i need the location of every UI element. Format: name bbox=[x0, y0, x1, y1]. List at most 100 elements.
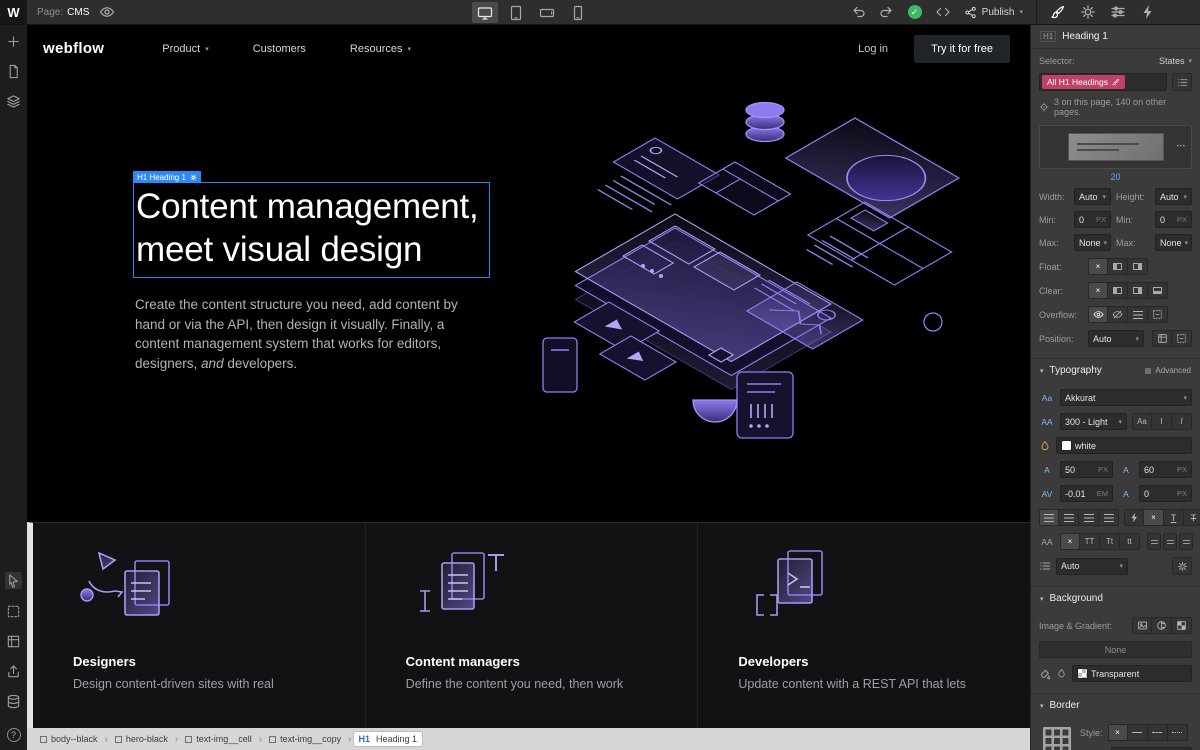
guides-icon[interactable] bbox=[6, 634, 21, 649]
overflow-hidden-button[interactable] bbox=[1108, 306, 1128, 323]
clear-both-button[interactable] bbox=[1148, 282, 1168, 299]
background-color-input[interactable]: Transparent bbox=[1072, 665, 1192, 682]
overflow-visible-button[interactable] bbox=[1088, 306, 1108, 323]
selector-menu-button[interactable] bbox=[1172, 73, 1192, 91]
device-phone-landscape-button[interactable] bbox=[534, 2, 560, 23]
redo-icon[interactable] bbox=[879, 4, 895, 20]
bg-gradient-button[interactable] bbox=[1152, 617, 1172, 634]
more-options-icon[interactable]: ••• bbox=[1177, 144, 1186, 150]
float-left-button[interactable] bbox=[1108, 258, 1128, 275]
nav-item-resources[interactable]: Resources ▾ bbox=[350, 43, 411, 55]
clear-right-button[interactable] bbox=[1128, 282, 1148, 299]
style-panel-tab-brush-icon[interactable] bbox=[1050, 4, 1066, 20]
position-preset-button[interactable] bbox=[1152, 330, 1172, 347]
margin-bottom-value[interactable]: 20 bbox=[1031, 172, 1200, 182]
export-icon[interactable] bbox=[6, 664, 21, 679]
font-weight-select[interactable]: 300 - Light ▾ bbox=[1060, 413, 1127, 430]
breadcrumb-cell[interactable]: text-img__cell bbox=[180, 732, 257, 746]
nav-item-product[interactable]: Product ▾ bbox=[162, 43, 208, 55]
bg-image-button[interactable] bbox=[1132, 617, 1152, 634]
caps-uppercase-button[interactable]: TT bbox=[1080, 533, 1100, 550]
font-family-select[interactable]: Akkurat ▾ bbox=[1060, 389, 1192, 406]
overflow-scroll-button[interactable] bbox=[1128, 306, 1148, 323]
font-color-input[interactable]: white bbox=[1056, 437, 1192, 454]
position-select[interactable]: Auto ▾ bbox=[1088, 330, 1144, 347]
preview-toggle-icon[interactable] bbox=[99, 4, 115, 20]
gear-icon[interactable] bbox=[190, 174, 197, 181]
style-normal-button[interactable]: Aa bbox=[1132, 413, 1152, 430]
border-side-selector-icon[interactable] bbox=[1039, 724, 1075, 750]
align-left-button[interactable] bbox=[1039, 509, 1059, 526]
opentype-feature-button[interactable] bbox=[1147, 533, 1161, 550]
min-width-input[interactable]: 0 PX bbox=[1074, 211, 1111, 228]
style-manager-tab-sliders-icon[interactable] bbox=[1110, 4, 1126, 20]
try-free-button[interactable]: Try it for free bbox=[914, 34, 1010, 63]
float-none-button[interactable]: × bbox=[1088, 258, 1108, 275]
max-height-input[interactable]: None ▾ bbox=[1155, 234, 1192, 251]
list-style-select[interactable]: Auto ▾ bbox=[1056, 557, 1128, 575]
clear-none-button[interactable]: × bbox=[1088, 282, 1108, 299]
cms-database-icon[interactable] bbox=[6, 694, 21, 709]
interactions-tab-bolt-icon[interactable] bbox=[1140, 4, 1156, 20]
device-desktop-button[interactable] bbox=[472, 2, 498, 23]
decoration-none-button[interactable]: × bbox=[1144, 509, 1164, 526]
caps-lowercase-button[interactable]: tt bbox=[1120, 533, 1140, 550]
style-upright-button[interactable]: I bbox=[1152, 413, 1172, 430]
border-section-header[interactable]: ▾ Border bbox=[1031, 693, 1200, 717]
background-section-header[interactable]: ▾ Background bbox=[1031, 586, 1200, 610]
selector-pill[interactable]: All H1 Headings bbox=[1042, 75, 1125, 89]
line-height-input[interactable]: 60 PX bbox=[1139, 461, 1192, 478]
opentype-feature-button[interactable] bbox=[1163, 533, 1177, 550]
hero-paragraph[interactable]: Create the content structure you need, a… bbox=[135, 295, 491, 373]
align-right-button[interactable] bbox=[1079, 509, 1099, 526]
hero-heading[interactable]: Content management, meet visual design bbox=[136, 185, 479, 271]
add-element-icon[interactable] bbox=[6, 34, 21, 49]
align-center-button[interactable] bbox=[1059, 509, 1079, 526]
selector-input[interactable]: All H1 Headings bbox=[1039, 73, 1167, 91]
breadcrumb-active-heading[interactable]: H1 Heading 1 bbox=[353, 732, 423, 746]
webflow-logo[interactable]: W bbox=[0, 0, 27, 24]
settings-panel-tab-gear-icon[interactable] bbox=[1080, 4, 1096, 20]
pages-icon[interactable] bbox=[6, 64, 21, 79]
max-width-input[interactable]: None ▾ bbox=[1074, 234, 1111, 251]
breadcrumb-hero[interactable]: hero-black bbox=[110, 732, 173, 746]
page-picker[interactable]: Page: CMS bbox=[27, 7, 99, 18]
border-dotted-button[interactable] bbox=[1167, 724, 1188, 741]
breadcrumb-copy[interactable]: text-img__copy bbox=[264, 732, 346, 746]
login-link[interactable]: Log in bbox=[858, 43, 888, 55]
background-image-value[interactable]: None bbox=[1039, 641, 1192, 658]
decoration-underline-button[interactable]: T bbox=[1164, 509, 1184, 526]
min-height-input[interactable]: 0 PX bbox=[1155, 211, 1192, 228]
advanced-toggle[interactable]: Advanced bbox=[1145, 366, 1191, 375]
bg-overlay-button[interactable] bbox=[1172, 617, 1192, 634]
typography-settings-button[interactable] bbox=[1172, 557, 1192, 575]
help-button[interactable]: ? bbox=[6, 728, 21, 742]
undo-icon[interactable] bbox=[850, 4, 866, 20]
clear-left-button[interactable] bbox=[1108, 282, 1128, 299]
site-logo[interactable]: webflow bbox=[43, 40, 104, 57]
text-indent-input[interactable]: 0 PX bbox=[1139, 485, 1192, 502]
width-input[interactable]: Auto ▾ bbox=[1074, 188, 1111, 205]
style-italic-button[interactable]: I bbox=[1172, 413, 1192, 430]
selection-label[interactable]: H1 Heading 1 bbox=[133, 171, 201, 183]
selected-element-outline[interactable]: H1 Heading 1 Content management, meet vis… bbox=[133, 171, 490, 278]
decoration-strike-button[interactable]: T bbox=[1184, 509, 1200, 526]
align-justify-button[interactable] bbox=[1099, 509, 1119, 526]
spacing-widget[interactable]: ••• bbox=[1039, 125, 1192, 169]
code-export-icon[interactable] bbox=[935, 4, 951, 20]
states-dropdown[interactable]: States ▾ bbox=[1159, 56, 1192, 66]
border-solid-button[interactable] bbox=[1127, 724, 1148, 741]
border-dashed-button[interactable] bbox=[1147, 724, 1168, 741]
border-none-button[interactable]: × bbox=[1107, 724, 1128, 741]
font-size-input[interactable]: 50 PX bbox=[1060, 461, 1113, 478]
design-canvas[interactable]: webflow Product ▾ Customers Resources ▾ Lo… bbox=[27, 25, 1030, 728]
decoration-italic-button[interactable] bbox=[1124, 509, 1144, 526]
device-tablet-button[interactable] bbox=[503, 2, 529, 23]
select-tool-icon[interactable] bbox=[5, 572, 22, 589]
nav-item-customers[interactable]: Customers bbox=[253, 43, 306, 55]
overflow-auto-button[interactable] bbox=[1148, 306, 1168, 323]
caps-none-button[interactable]: × bbox=[1060, 533, 1080, 550]
typography-section-header[interactable]: ▾ Typography Advanced bbox=[1031, 358, 1200, 382]
position-preset-button[interactable] bbox=[1172, 330, 1192, 347]
publish-button[interactable]: Publish ▾ bbox=[964, 6, 1023, 19]
